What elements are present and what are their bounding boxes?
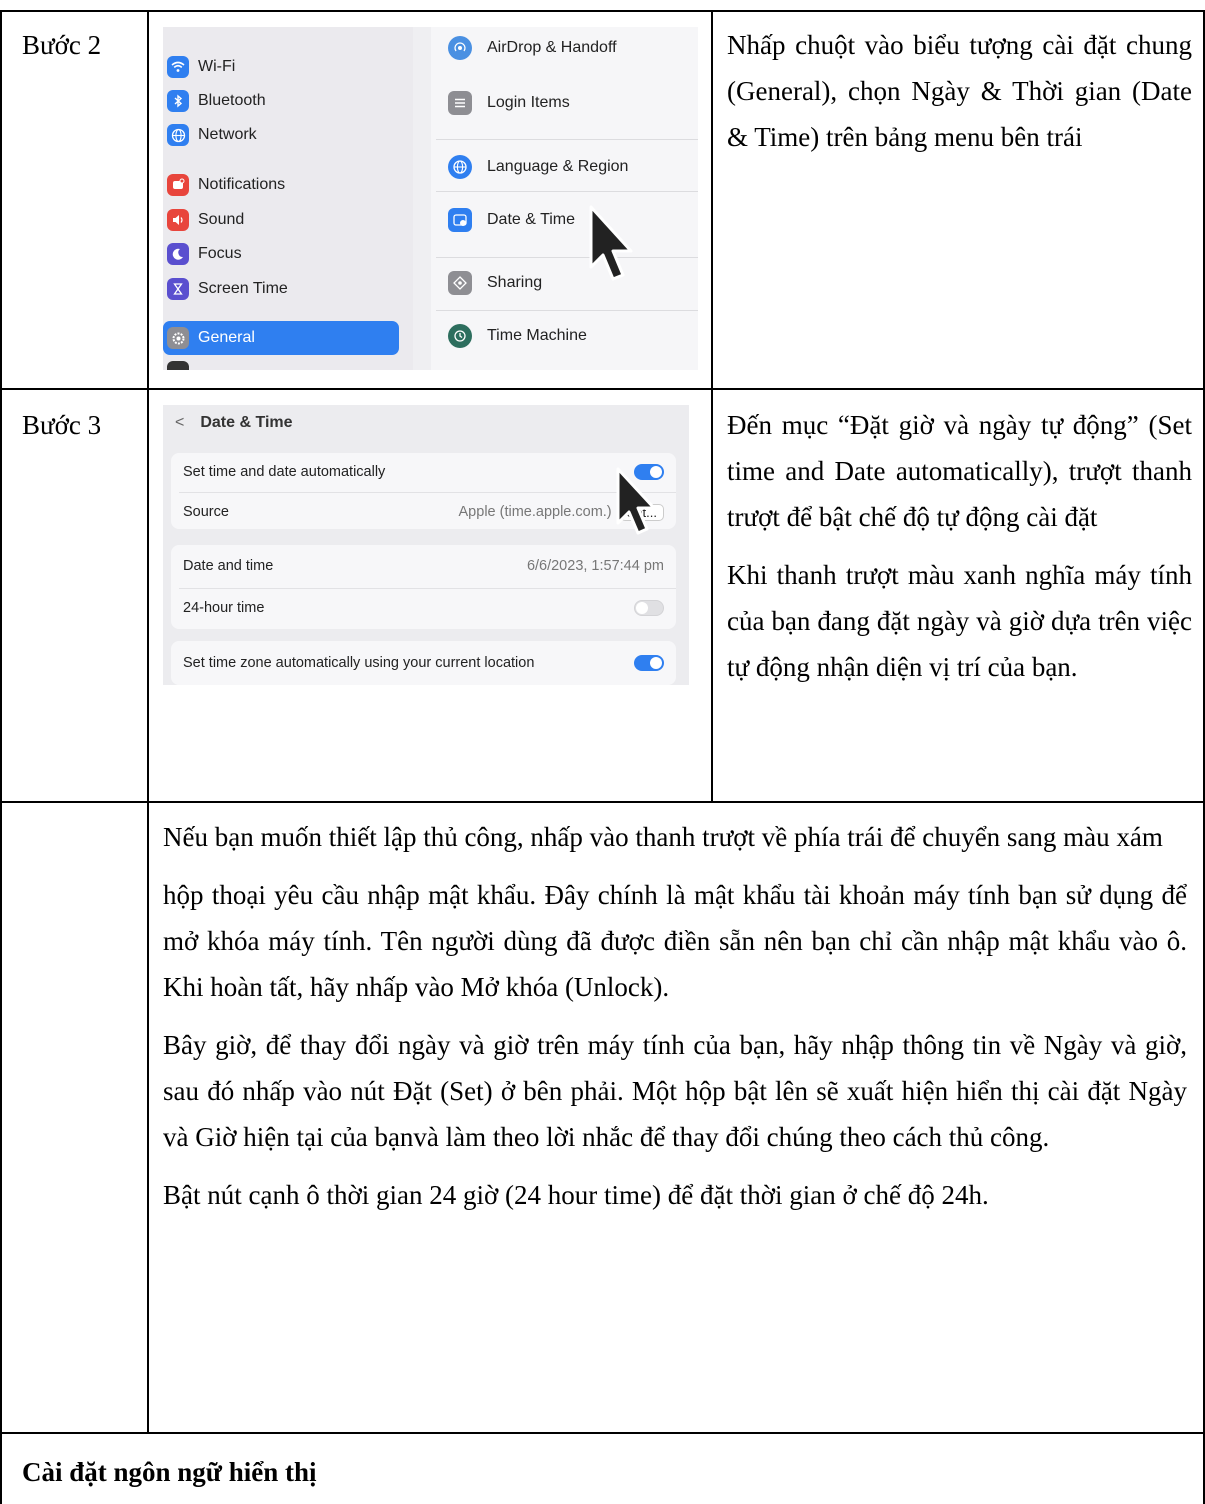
sidebar-item-general[interactable]: General <box>163 321 399 355</box>
sidebar-item-bluetooth[interactable]: Bluetooth <box>167 88 266 114</box>
divider <box>436 310 698 311</box>
date-time-header: < Date & Time <box>175 411 293 435</box>
settings-item-label: Time Machine <box>487 327 587 344</box>
time-machine-icon <box>448 324 472 348</box>
sidebar-item-label: Screen Time <box>198 280 288 297</box>
settings-item-date-time[interactable]: Date & Time <box>448 205 575 235</box>
calendar-clock-icon <box>448 208 472 232</box>
step-2-description: Nhấp chuột vào biểu tượng cài đặt chung … <box>727 30 1192 152</box>
divider <box>436 139 698 140</box>
table-border-left <box>0 10 2 1504</box>
gear-icon <box>167 327 189 349</box>
section-heading: Cài đặt ngôn ngữ hiển thị <box>22 1457 317 1487</box>
row-divider <box>179 588 676 589</box>
date-time-group: Date and time 6/6/2023, 1:57:44 pm 24-ho… <box>171 545 676 629</box>
settings-item-label: AirDrop & Handoff <box>487 39 617 56</box>
settings-item-label: Sharing <box>487 274 543 291</box>
step-label-3: Bước 3 <box>22 410 102 440</box>
table-border-col2 <box>711 10 713 801</box>
mouse-pointer-icon <box>616 467 656 535</box>
timezone-label: Set time zone automatically using your c… <box>183 655 535 671</box>
timezone-row: Set time zone automatically using your c… <box>183 652 664 674</box>
sidebar-item-label: Bluetooth <box>198 92 266 109</box>
sharing-icon <box>448 271 472 295</box>
moon-icon <box>167 243 189 265</box>
settings-item-label: Login Items <box>487 94 570 111</box>
list-icon <box>448 91 472 115</box>
sidebar-item-partial-icon <box>167 361 189 370</box>
speaker-icon <box>167 209 189 231</box>
divider <box>436 257 698 258</box>
settings-item-sharing[interactable]: Sharing <box>448 268 542 298</box>
sidebar-item-notifications[interactable]: Notifications <box>167 172 285 198</box>
date-time-row: Date and time 6/6/2023, 1:57:44 pm <box>183 555 664 577</box>
manual-setup-p3: Bây giờ, để thay đổi ngày và giờ trên má… <box>163 1030 1187 1152</box>
sidebar-item-label: Wi-Fi <box>198 58 236 75</box>
hour24-toggle[interactable] <box>634 600 664 616</box>
set-time-auto-label: Set time and date automatically <box>183 464 386 480</box>
row-divider <box>179 492 676 493</box>
table-border-row3 <box>0 1432 1205 1434</box>
sidebar-item-label: Focus <box>198 245 242 262</box>
bell-icon <box>167 174 189 196</box>
settings-item-label: Date & Time <box>487 211 576 228</box>
date-time-value[interactable]: 6/6/2023, 1:57:44 pm <box>527 558 664 574</box>
table-border-top <box>0 10 1205 12</box>
step-3-description-p1: Đến mục “Đặt giờ và ngày tự động” (Set t… <box>727 410 1192 532</box>
settings-item-login-items[interactable]: Login Items <box>448 88 570 118</box>
sidebar-item-focus[interactable]: Focus <box>167 241 242 267</box>
date-time-settings-screenshot: < Date & Time Set time and date automati… <box>163 405 689 685</box>
source-row: Source Apple (time.apple.com.) Set... <box>183 501 664 523</box>
bluetooth-icon <box>167 90 189 112</box>
page-title: Date & Time <box>200 414 293 431</box>
sidebar-item-sound[interactable]: Sound <box>167 207 244 233</box>
settings-item-language-region[interactable]: Language & Region <box>448 152 628 182</box>
source-label: Source <box>183 504 229 520</box>
sidebar-item-wifi[interactable]: Wi-Fi <box>167 54 235 80</box>
system-settings-screenshot: Wi-Fi Bluetooth Network Notifications So… <box>163 27 698 370</box>
source-value: Apple (time.apple.com.) <box>458 504 612 520</box>
table-border-row1 <box>0 388 1205 390</box>
settings-item-airdrop-handoff[interactable]: AirDrop & Handoff <box>448 33 617 63</box>
general-panel <box>431 27 698 370</box>
step-3-description: Đến mục “Đặt giờ và ngày tự động” (Set t… <box>727 402 1192 702</box>
sidebar-item-screen-time[interactable]: Screen Time <box>167 276 288 302</box>
hourglass-icon <box>167 278 189 300</box>
hour24-label: 24-hour time <box>183 600 265 616</box>
airdrop-icon <box>448 36 472 60</box>
toggle-knob <box>650 657 662 669</box>
manual-setup-p4: Bật nút cạnh ô thời gian 24 giờ (24 hour… <box>163 1180 989 1210</box>
sidebar-item-label: Network <box>198 126 257 143</box>
table-border-col1 <box>147 10 149 1432</box>
auto-time-group: Set time and date automatically Source A… <box>171 453 676 529</box>
sidebar-item-network[interactable]: Network <box>167 122 257 148</box>
manual-setup-text: Nếu bạn muốn thiết lập thủ công, nhấp và… <box>163 814 1187 1218</box>
manual-setup-p1: Nếu bạn muốn thiết lập thủ công, nhấp và… <box>163 822 1163 852</box>
globe-icon <box>167 124 189 146</box>
timezone-group: Set time zone automatically using your c… <box>171 641 676 685</box>
toggle-knob <box>636 602 648 614</box>
table-border-row2 <box>0 801 1205 803</box>
globe-icon <box>448 155 472 179</box>
back-chevron-icon[interactable]: < <box>175 414 184 432</box>
set-time-auto-row: Set time and date automatically <box>183 461 664 483</box>
hour24-row: 24-hour time <box>183 597 664 619</box>
sidebar-item-label: Notifications <box>198 176 286 193</box>
step-3-description-p2: Khi thanh trượt màu xanh nghĩa máy tính … <box>727 560 1192 682</box>
date-time-label: Date and time <box>183 558 274 574</box>
divider <box>436 191 698 192</box>
wifi-icon <box>167 56 189 78</box>
sidebar-item-label: Sound <box>198 211 245 228</box>
table-border-right <box>1203 10 1205 1504</box>
settings-item-label: Language & Region <box>487 158 629 175</box>
mouse-pointer-icon <box>589 205 633 281</box>
manual-setup-p2: hộp thoại yêu cầu nhập mật khẩu. Đây chí… <box>163 880 1187 1002</box>
step-label-2: Bước 2 <box>22 30 102 60</box>
sidebar-item-label: General <box>198 329 255 346</box>
timezone-toggle[interactable] <box>634 655 664 671</box>
settings-item-time-machine[interactable]: Time Machine <box>448 321 587 351</box>
